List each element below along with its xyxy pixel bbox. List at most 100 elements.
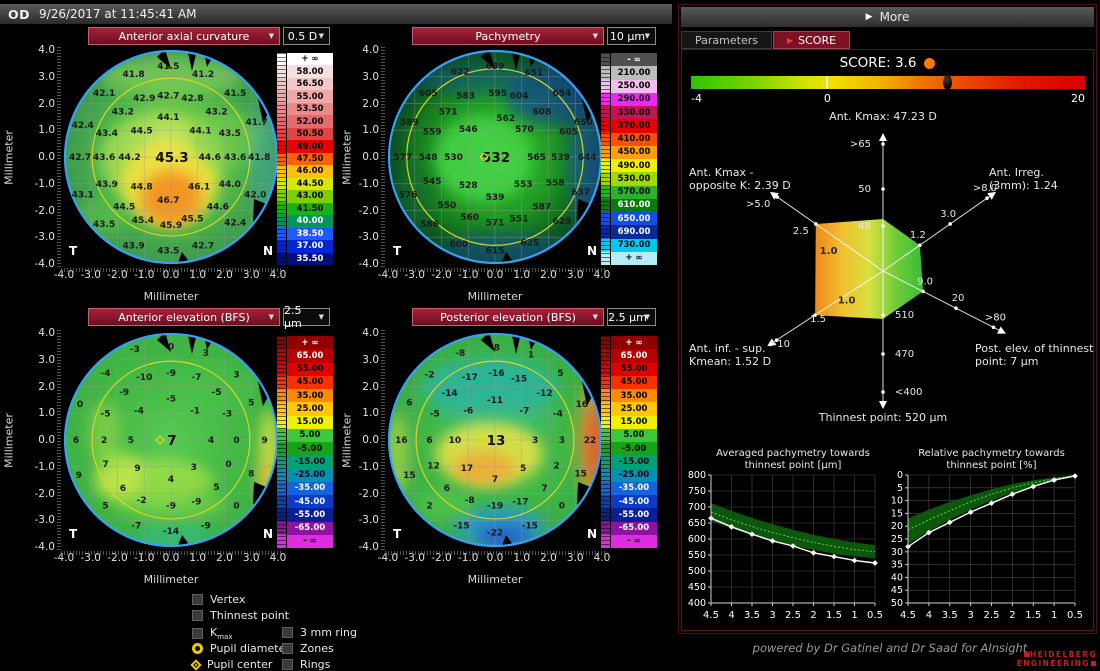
map-value: 2 <box>553 461 559 471</box>
map-value: -17 <box>512 498 528 508</box>
color-scale-label: 35.00 <box>611 389 657 402</box>
map-type-dropdown-4[interactable]: Posterior elevation (BFS)▼ <box>412 308 604 326</box>
map-value: 45.4 <box>132 216 154 226</box>
map-value: 45.5 <box>181 215 203 225</box>
radar-tick-label: 470 <box>895 349 914 360</box>
radar-axis-label: Ant. inf. - sup. <box>689 342 766 355</box>
checkbox-icon[interactable] <box>282 659 293 670</box>
map-value: 0 <box>233 436 239 446</box>
map-value: -15 <box>511 374 527 384</box>
title-bar: OD 9/26/2017 at 11:45:41 AM <box>0 4 672 24</box>
map-value: 629 <box>552 217 571 227</box>
map-scale-label: 2.5 µm <box>284 304 321 330</box>
chart-x-tick: 2 <box>1009 610 1015 621</box>
map-scale-dropdown-1[interactable]: 0.5 D▼ <box>283 27 330 45</box>
tab-parameters[interactable]: Parameters <box>681 31 772 49</box>
legend-item-rings[interactable]: Rings <box>282 658 330 671</box>
chevron-down-icon: ▼ <box>269 32 274 40</box>
y-axis-tick: -3.0 <box>347 231 379 243</box>
map-value: 42.7 <box>157 91 179 101</box>
legend-item-k[interactable]: Kmax <box>192 626 232 641</box>
chevron-down-icon: ▼ <box>269 313 274 321</box>
map-value: 0 <box>77 400 83 410</box>
chart-y-tick: 5 <box>897 483 903 494</box>
color-scale-label: 45.00 <box>287 376 333 389</box>
checkbox-icon[interactable] <box>192 628 203 639</box>
tab-score-label: SCORE <box>798 34 836 47</box>
map-value: 0 <box>233 502 239 512</box>
map-value: -11 <box>487 396 503 406</box>
radar-axis-arrow-icon <box>879 133 887 141</box>
map-scale-label: 2.5 µm <box>608 311 647 324</box>
map-value: -6 <box>463 407 473 417</box>
map-scale-dropdown-2[interactable]: 10 µm▼ <box>607 27 656 45</box>
map-value: 589 <box>400 118 419 128</box>
y-axis-tick: -3.0 <box>23 514 55 526</box>
legend-item-vertex[interactable]: Vertex <box>192 593 245 606</box>
map-value: 42.4 <box>224 219 246 229</box>
map-value: 7 <box>541 484 547 494</box>
legend-item-pupil-diameter[interactable]: Pupil diameter <box>192 642 290 655</box>
map-scale-dropdown-4[interactable]: 2.5 µm▼ <box>607 308 656 326</box>
map-value: -9 <box>191 498 201 508</box>
map-scale-label: 10 µm <box>610 30 645 43</box>
map-value: -7 <box>131 522 141 532</box>
map-type-dropdown-3[interactable]: Anterior elevation (BFS)▼ <box>88 308 280 326</box>
checkbox-icon[interactable] <box>192 610 203 621</box>
legend-item-zones[interactable]: Zones <box>282 642 334 655</box>
chart-x-tick: 1.5 <box>826 610 842 621</box>
map-value: 565 <box>527 153 546 163</box>
data-point-marker <box>831 554 837 560</box>
y-axis-tick: -2.0 <box>23 488 55 500</box>
legend-item-pupil-center[interactable]: Pupil center <box>192 658 272 671</box>
map-value: 545 <box>423 177 442 187</box>
map-value: 604 <box>510 91 529 101</box>
chart-x-tick: 4 <box>728 610 734 621</box>
y-axis-tick: 2.0 <box>23 98 55 110</box>
map-type-dropdown-2[interactable]: Pachymetry▼ <box>412 27 604 45</box>
more-button[interactable]: ▶ More <box>681 7 1094 27</box>
map-value: 44.2 <box>118 153 140 163</box>
y-axis-tick: 1.0 <box>23 124 55 136</box>
chart-y-tick: 45 <box>891 585 903 596</box>
map-value: -2 <box>137 496 147 506</box>
color-scale-label: 40.00 <box>287 215 333 227</box>
map-value: 45.9 <box>160 221 182 231</box>
map-scale-dropdown-3[interactable]: 2.5 µm▼ <box>283 308 330 326</box>
legend-item-thinnest-point[interactable]: Thinnest point <box>192 609 289 622</box>
chart-x-tick: 1.5 <box>1025 610 1041 621</box>
map-value: 42.1 <box>93 89 115 99</box>
map-value: 622 <box>451 67 470 77</box>
radar-svg: 4850>65Ant. Kmax: 47.23 D1.23.0>8.0Ant. … <box>679 100 1099 440</box>
map-type-dropdown-1[interactable]: Anterior axial curvature▼ <box>88 27 280 45</box>
color-scale-label: 50.50 <box>287 128 333 140</box>
pupil-center-icon <box>190 659 201 670</box>
pupil-diameter-icon <box>192 643 203 654</box>
map-value: -5 <box>211 388 221 398</box>
y-axis-tick: 2.0 <box>23 381 55 393</box>
map-value: 654 <box>552 89 571 99</box>
map-value: 7 <box>102 460 108 470</box>
checkbox-icon[interactable] <box>192 594 203 605</box>
checkbox-icon[interactable] <box>282 627 293 638</box>
logo-square-icon <box>1024 652 1029 657</box>
color-scale-label: + ∞ <box>287 336 333 349</box>
nasal-label: N <box>263 244 273 258</box>
map-value: 587 <box>532 202 551 212</box>
chart-x-tick: 4.5 <box>703 610 719 621</box>
radar-axis-label: Ant. Irreg. <box>989 166 1044 179</box>
chart-y-tick: 600 <box>688 534 706 545</box>
map-value: 546 <box>459 125 478 135</box>
color-scale-label: 55.00 <box>611 363 657 376</box>
y-axis-tick: -1.0 <box>23 178 55 190</box>
map-value: 17 <box>461 464 474 474</box>
chart-x-tick: 3.5 <box>744 610 760 621</box>
tab-score[interactable]: ▶ SCORE <box>773 31 850 49</box>
checkbox-icon[interactable] <box>282 643 293 654</box>
color-scale-label: 43.00 <box>287 190 333 202</box>
legend-item-3-mm-ring[interactable]: 3 mm ring <box>282 626 357 639</box>
color-scale-label: 450.00 <box>611 146 657 159</box>
radar-tick-label: 9.0 <box>917 276 933 287</box>
map-value: 0 <box>559 502 565 512</box>
score-heading: SCORE: 3.6 <box>679 55 1096 71</box>
